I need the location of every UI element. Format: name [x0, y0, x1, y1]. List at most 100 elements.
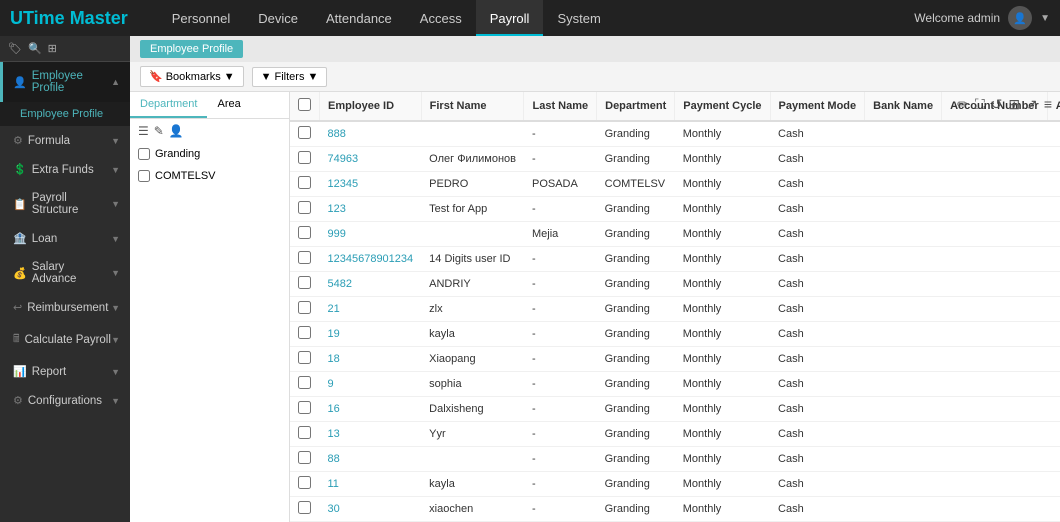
dept-granding-label: Granding [155, 148, 200, 160]
row-check-0[interactable] [298, 126, 311, 139]
row-check-3[interactable] [298, 201, 311, 214]
search-icon[interactable]: 🔍 [28, 42, 42, 55]
row-last-15: - [524, 497, 597, 522]
sidebar-item-payroll-structure[interactable]: 📋 Payroll Structure ▼ [0, 184, 130, 224]
row-dept-15: Granding [597, 497, 675, 522]
row-cycle-3: Monthly [675, 197, 770, 222]
emp-id-link-8[interactable]: 19 [328, 328, 340, 340]
refresh-table-icon[interactable]: ↺ [991, 96, 1003, 113]
emp-id-link-0[interactable]: 888 [328, 128, 346, 140]
emp-id-link-5[interactable]: 12345678901234 [328, 253, 414, 265]
sidebar-item-employee-profile[interactable]: 👤 Employee Profile ▲ [0, 62, 130, 102]
row-check-1[interactable] [298, 151, 311, 164]
row-check-10[interactable] [298, 376, 311, 389]
emp-id-link-4[interactable]: 999 [328, 228, 346, 240]
tab-department[interactable]: Department [130, 92, 207, 118]
sidebar-item-configurations[interactable]: ⚙ Configurations ▼ [0, 386, 130, 415]
calculate-icon: 🖩 [13, 330, 20, 349]
emp-id-link-6[interactable]: 5482 [328, 278, 352, 290]
row-check-6[interactable] [298, 276, 311, 289]
edit-table-icon[interactable]: ✏ [957, 96, 969, 113]
row-first-3: Test for App [421, 197, 524, 222]
row-dept-6: Granding [597, 272, 675, 297]
row-check-9[interactable] [298, 351, 311, 364]
bookmarks-button[interactable]: 🔖 Bookmarks ▼ [140, 66, 244, 87]
row-check-11[interactable] [298, 401, 311, 414]
welcome-text: Welcome admin [914, 11, 1000, 25]
list-icon[interactable]: ☰ [138, 124, 149, 138]
row-emp-id-9: 18 [320, 347, 422, 372]
columns-icon[interactable]: ⊞ [1008, 96, 1020, 113]
more-icon[interactable]: ≡ [1044, 96, 1052, 113]
row-check-14[interactable] [298, 476, 311, 489]
row-agent-id-9 [1047, 347, 1060, 372]
emp-id-link-11[interactable]: 16 [328, 403, 340, 415]
sidebar-label-employee: Employee Profile [32, 70, 111, 94]
user-dropdown-icon[interactable]: ▼ [1040, 13, 1050, 24]
nav-access[interactable]: Access [406, 0, 476, 36]
row-first-7: zlx [421, 297, 524, 322]
sidebar-sub-employee-profile[interactable]: Employee Profile [0, 102, 130, 126]
row-account-5 [942, 247, 1048, 272]
dept-granding-check[interactable] [138, 148, 150, 160]
payroll-structure-icon: 📋 [13, 198, 27, 211]
row-check-2[interactable] [298, 176, 311, 189]
sidebar-item-formula[interactable]: ⚙ Formula ▼ [0, 126, 130, 155]
sidebar-item-calculate-payroll[interactable]: 🖩 Calculate Payroll ▼ [0, 322, 130, 357]
sidebar-item-salary-advance[interactable]: 💰 Salary Advance ▼ [0, 253, 130, 293]
nav-system[interactable]: System [543, 0, 614, 36]
nav-personnel[interactable]: Personnel [158, 0, 245, 36]
row-check-13[interactable] [298, 451, 311, 464]
row-bank-2 [865, 172, 942, 197]
toolbar: 🔖 Bookmarks ▼ ▼ Filters ▼ [130, 62, 1060, 92]
sidebar-item-loan[interactable]: 🏦 Loan ▼ [0, 224, 130, 253]
emp-id-link-2[interactable]: 12345 [328, 178, 359, 190]
dept-comtelsv[interactable]: COMTELSV [130, 165, 289, 187]
tab-area[interactable]: Area [207, 92, 250, 118]
config-icon: ⚙ [13, 394, 23, 407]
emp-id-link-7[interactable]: 21 [328, 303, 340, 315]
sidebar-item-extra-funds[interactable]: 💲 Extra Funds ▼ [0, 155, 130, 184]
row-last-9: - [524, 347, 597, 372]
breadcrumb-tab-employee[interactable]: Employee Profile [140, 40, 243, 58]
sidebar-label-reimbursement: Reimbursement [27, 302, 111, 314]
row-check-12[interactable] [298, 426, 311, 439]
row-check-7[interactable] [298, 301, 311, 314]
table-row: 888 - Granding Monthly Cash ✔ [290, 121, 1060, 147]
emp-id-link-12[interactable]: 13 [328, 428, 340, 440]
row-check-15[interactable] [298, 501, 311, 514]
row-check-8[interactable] [298, 326, 311, 339]
sidebar-item-reimbursement[interactable]: ↩ Reimbursement ▼ [0, 293, 130, 322]
select-all-checkbox[interactable] [298, 98, 311, 111]
expand-icon[interactable]: ⛶ [975, 96, 985, 113]
sidebar-item-report[interactable]: 📊 Report ▼ [0, 357, 130, 386]
emp-id-link-9[interactable]: 18 [328, 353, 340, 365]
emp-id-link-14[interactable]: 11 [328, 478, 339, 490]
row-check-4[interactable] [298, 226, 311, 239]
emp-id-link-10[interactable]: 9 [328, 378, 334, 390]
user-avatar[interactable]: 👤 [1008, 6, 1032, 30]
filters-button[interactable]: ▼ Filters ▼ [252, 67, 328, 87]
emp-id-link-13[interactable]: 88 [328, 453, 340, 465]
row-last-7: - [524, 297, 597, 322]
dept-comtelsv-check[interactable] [138, 170, 150, 182]
row-check-5[interactable] [298, 251, 311, 264]
row-dept-3: Granding [597, 197, 675, 222]
nav-payroll[interactable]: Payroll [476, 0, 544, 36]
share-icon[interactable]: ↗ [1026, 96, 1038, 113]
row-emp-id-11: 16 [320, 397, 422, 422]
nav-device[interactable]: Device [244, 0, 312, 36]
row-account-6 [942, 272, 1048, 297]
nav-attendance[interactable]: Attendance [312, 0, 406, 36]
emp-id-link-15[interactable]: 30 [328, 503, 340, 515]
dept-granding[interactable]: Granding [130, 143, 289, 165]
row-mode-5: Cash [770, 247, 865, 272]
edit-tree-icon[interactable]: ✎ [154, 124, 164, 138]
emp-id-link-1[interactable]: 74963 [328, 153, 359, 165]
add-dept-icon[interactable]: 👤 [169, 124, 184, 138]
tag-icon[interactable]: 🏷 [8, 42, 22, 55]
row-bank-1 [865, 147, 942, 172]
emp-id-link-3[interactable]: 123 [328, 203, 346, 215]
grid-icon[interactable]: ⊞ [48, 42, 57, 55]
table-row: 88 - Granding Monthly Cash ✔ [290, 447, 1060, 472]
